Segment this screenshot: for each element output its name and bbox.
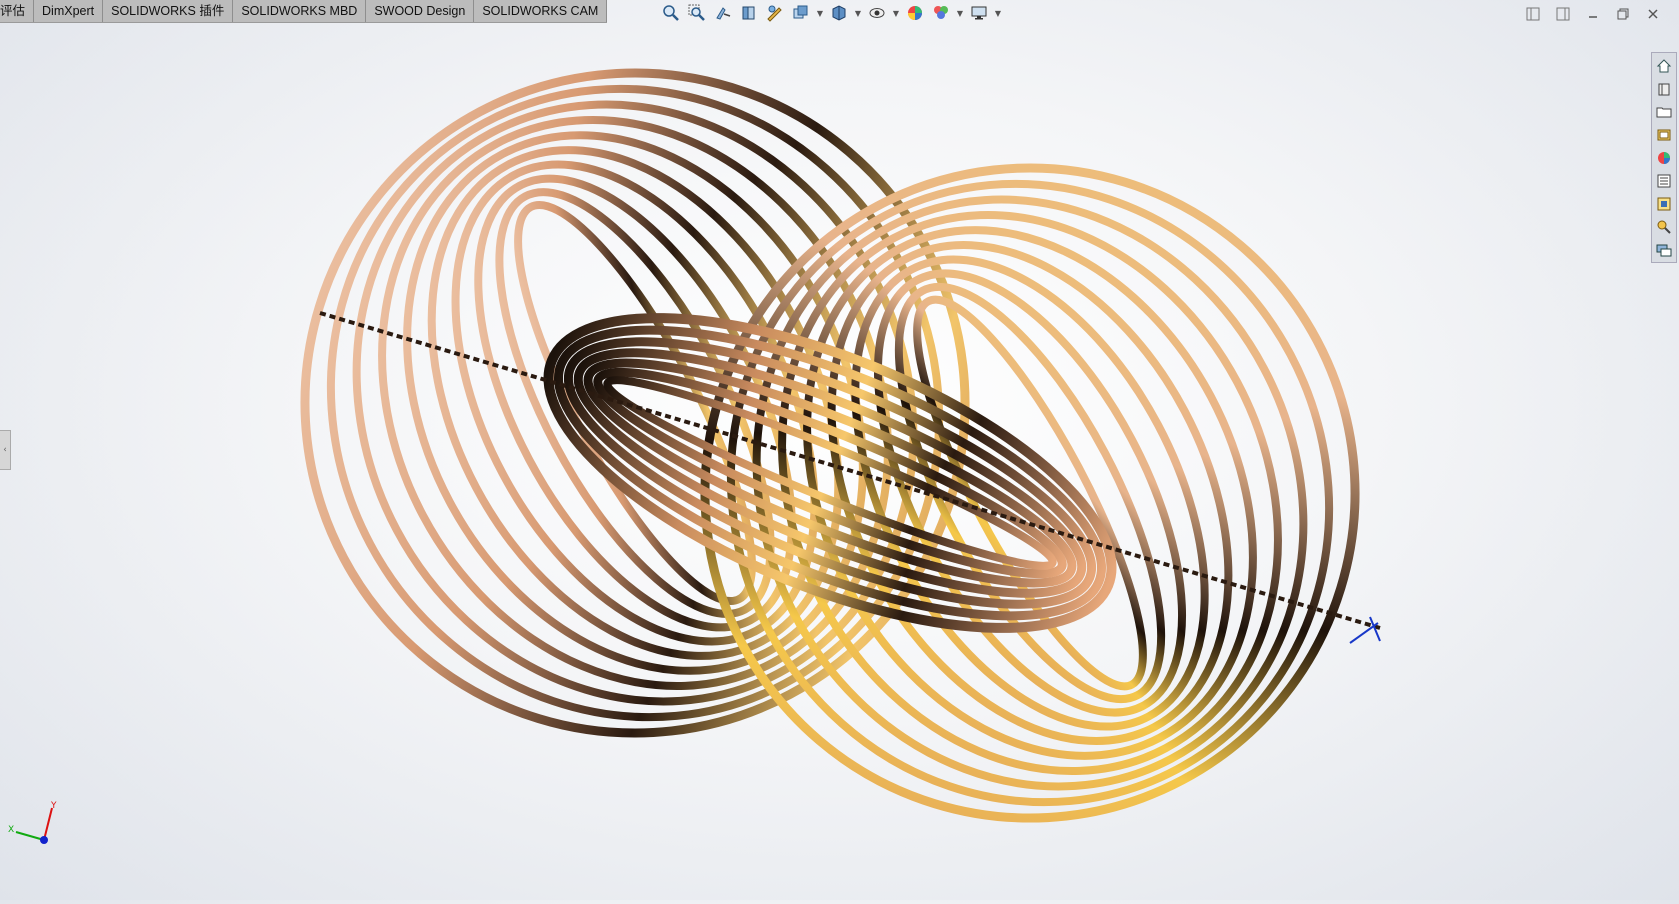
tab-swood-design[interactable]: SWOOD Design (366, 0, 475, 22)
design-checker-icon[interactable] (1654, 216, 1674, 237)
zoom-to-fit-icon[interactable] (660, 4, 682, 22)
tab-evaluate[interactable]: 评估 (0, 0, 35, 22)
dynamic-annotation-icon[interactable] (764, 4, 786, 22)
display-style-icon[interactable] (828, 4, 850, 22)
apply-scene-icon[interactable] (930, 4, 952, 22)
tab-solidworks-cam[interactable]: SOLIDWORKS CAM (474, 0, 608, 22)
view-settings-dropdown-icon[interactable]: ▼ (994, 9, 1002, 18)
appearances-icon[interactable] (1654, 147, 1674, 168)
parts-library-icon[interactable] (1654, 78, 1674, 99)
tile-left-icon[interactable] (1523, 6, 1543, 22)
previous-view-icon[interactable] (712, 4, 734, 22)
solidworks-forum-icon[interactable] (1654, 193, 1674, 214)
tab-dimxpert[interactable]: DimXpert (34, 0, 104, 22)
right-ring-cluster (700, 163, 1360, 823)
graphics-viewport[interactable] (0, 23, 1679, 900)
zoom-to-area-icon[interactable] (686, 4, 708, 22)
view-orientation-icon[interactable] (790, 4, 812, 22)
custom-properties-icon[interactable] (1654, 170, 1674, 191)
hide-show-icon[interactable] (866, 4, 888, 22)
triad-x-label: X (8, 825, 14, 835)
section-view-icon[interactable] (738, 4, 760, 22)
file-explorer-icon[interactable] (1654, 101, 1674, 122)
tab-solidworks-addins[interactable]: SOLIDWORKS 插件 (103, 0, 234, 22)
chevron-right-icon: ‹ (3, 445, 7, 455)
view-settings-icon[interactable] (968, 4, 990, 22)
heads-up-view-toolbar: ▼ ▼ ▼ ▼ ▼ (660, 4, 1002, 22)
task-pane-tabs (1651, 52, 1677, 263)
home-icon[interactable] (1654, 55, 1674, 76)
close-icon[interactable] (1643, 6, 1663, 22)
helical-copper-model[interactable] (0, 23, 1679, 900)
restore-icon[interactable] (1613, 6, 1633, 22)
edit-appearance-icon[interactable] (904, 4, 926, 22)
tab-solidworks-mbd[interactable]: SOLIDWORKS MBD (233, 0, 367, 22)
chat-icon[interactable] (1654, 239, 1674, 260)
reference-triad: Y X (6, 800, 62, 854)
command-manager-tabs: 评估 DimXpert SOLIDWORKS 插件 SOLIDWORKS MBD… (0, 0, 608, 23)
view-orientation-dropdown-icon[interactable]: ▼ (816, 9, 824, 18)
hide-show-dropdown-icon[interactable]: ▼ (892, 9, 900, 18)
minimize-icon[interactable] (1583, 6, 1603, 22)
origin-marker (1349, 616, 1381, 644)
triad-y-label: Y (50, 801, 57, 811)
tile-right-icon[interactable] (1553, 6, 1573, 22)
feature-manager-toggle[interactable]: ‹ (0, 430, 11, 470)
view-palette-icon[interactable] (1654, 124, 1674, 145)
display-style-dropdown-icon[interactable]: ▼ (854, 9, 862, 18)
apply-scene-dropdown-icon[interactable]: ▼ (956, 9, 964, 18)
window-controls (1523, 6, 1663, 22)
